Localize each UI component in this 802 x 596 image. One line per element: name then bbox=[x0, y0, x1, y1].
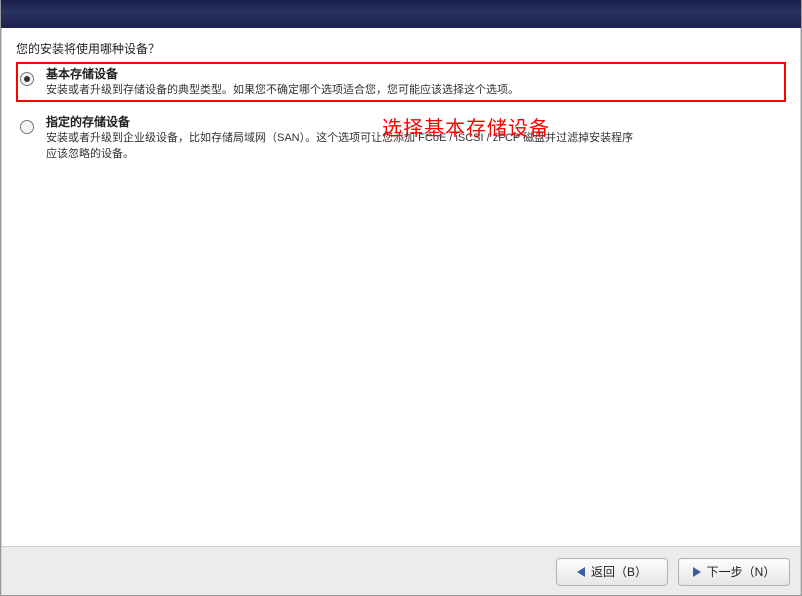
radio-specialized[interactable] bbox=[16, 114, 40, 134]
radio-outer-icon bbox=[20, 120, 34, 134]
next-button[interactable]: 下一步（N） bbox=[678, 558, 790, 586]
back-button[interactable]: 返回（B） bbox=[556, 558, 668, 586]
content-area: 您的安装将使用哪种设备？ 基本存储设备 安装或者升级到存储设备的典型类型。如果您… bbox=[1, 28, 801, 546]
back-button-label: 返回（B） bbox=[591, 563, 647, 580]
button-bar: 返回（B） 下一步（N） bbox=[1, 546, 801, 596]
arrow-right-icon bbox=[693, 567, 701, 577]
arrow-left-icon bbox=[577, 567, 585, 577]
option-specialized-desc-line2: 应该忽略的设备。 bbox=[46, 147, 786, 162]
option-basic-title: 基本存储设备 bbox=[46, 66, 786, 82]
radio-selected-dot-icon bbox=[24, 76, 30, 82]
option-basic-text: 基本存储设备 安装或者升级到存储设备的典型类型。如果您不确定哪个选项适合您，您可… bbox=[40, 66, 786, 98]
radio-basic[interactable] bbox=[16, 66, 40, 86]
option-basic-desc: 安装或者升级到存储设备的典型类型。如果您不确定哪个选项适合您，您可能应该选择这个… bbox=[46, 83, 786, 98]
prompt-text: 您的安装将使用哪种设备？ bbox=[16, 40, 160, 57]
next-button-label: 下一步（N） bbox=[707, 563, 776, 580]
installer-window: 您的安装将使用哪种设备？ 基本存储设备 安装或者升级到存储设备的典型类型。如果您… bbox=[0, 0, 802, 596]
header-banner bbox=[0, 0, 802, 28]
annotation-text: 选择基本存储设备 bbox=[382, 112, 550, 141]
radio-outer-icon bbox=[20, 72, 34, 86]
storage-option-basic[interactable]: 基本存储设备 安装或者升级到存储设备的典型类型。如果您不确定哪个选项适合您，您可… bbox=[16, 66, 786, 98]
